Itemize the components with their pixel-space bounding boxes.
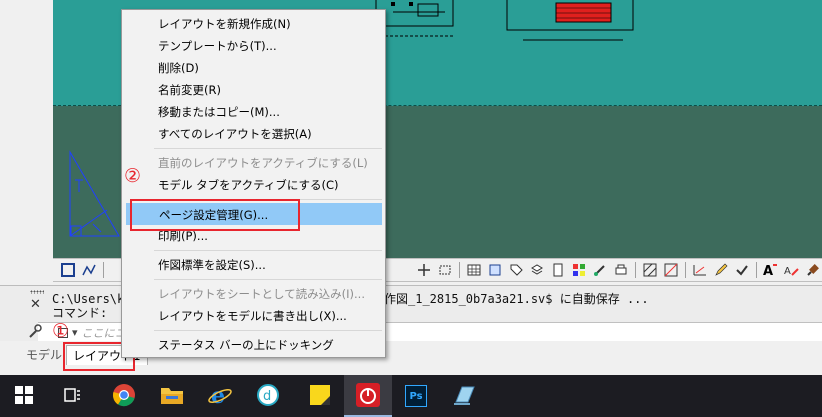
menu-item-label: レイアウトをモデルに書き出し(X)... (158, 309, 347, 323)
toolbar-separator (459, 262, 460, 278)
d-app-icon: d (256, 383, 280, 410)
menu-item-rename[interactable]: 名前変更(R) (126, 79, 382, 101)
start-icon (15, 385, 33, 407)
menu-item-label: 名前変更(R) (158, 83, 221, 97)
hatch-icon[interactable] (641, 261, 659, 279)
menu-item-export-layout-to-model[interactable]: レイアウトをモデルに書き出し(X)... (126, 305, 382, 327)
internet-explorer-button[interactable]: e (196, 375, 244, 417)
svg-text:A: A (784, 266, 791, 277)
menu-item-move-or-copy[interactable]: 移動またはコピー(M)... (126, 101, 382, 123)
wrench-icon[interactable] (28, 323, 42, 342)
text-edit-icon[interactable]: A (783, 261, 801, 279)
menu-item-activate-previous-layout: 直前のレイアウトをアクティブにする(L) (126, 152, 382, 174)
close-icon[interactable]: ✕ (30, 297, 41, 312)
sticky-notes-icon (309, 384, 331, 409)
internet-explorer-icon: e (208, 383, 232, 410)
command-history-line: C:\Users\k (52, 292, 125, 306)
menu-separator (154, 148, 382, 149)
chrome-button[interactable] (100, 375, 148, 417)
menu-item-new-layout[interactable]: レイアウトを新規作成(N) (126, 13, 382, 35)
menu-item-label: 作図標準を設定(S)... (158, 258, 266, 272)
pencil-icon[interactable] (712, 261, 730, 279)
file-explorer-icon (160, 384, 184, 409)
windows-taskbar: e d Ps (0, 375, 822, 417)
command-input-placeholder: ここにコ (81, 326, 126, 340)
brush-icon[interactable] (804, 261, 822, 279)
cad-app-icon (356, 382, 380, 410)
page-setup-highlight (130, 199, 300, 231)
tab-model[interactable]: モデル (20, 345, 68, 365)
menu-item-drafting-standards[interactable]: 作図標準を設定(S)... (126, 254, 382, 276)
layer-icon[interactable] (528, 261, 546, 279)
menu-item-from-template[interactable]: テンプレートから(T)... (126, 35, 382, 57)
print-preview-icon[interactable] (612, 261, 630, 279)
menu-item-import-layout-as-sheet: レイアウトをシートとして読み込み(I)... (126, 283, 382, 305)
file-explorer-button[interactable] (148, 375, 196, 417)
gradient-icon[interactable] (662, 261, 680, 279)
start-button[interactable] (0, 375, 48, 417)
notepad-icon (452, 384, 476, 409)
task-view-button[interactable] (48, 375, 96, 417)
toolbar-separator (685, 262, 686, 278)
table-icon[interactable] (465, 261, 483, 279)
block-insert-icon[interactable] (486, 261, 504, 279)
grip-handle[interactable] (30, 290, 44, 294)
menu-item-label: ステータス バーの上にドッキング (158, 338, 334, 352)
cad-app-button[interactable] (344, 375, 392, 417)
left-margin (0, 0, 53, 258)
menu-item-label: すべてのレイアウトを選択(A) (158, 127, 312, 141)
svg-text:d: d (263, 389, 271, 404)
text-style-icon[interactable]: A (762, 261, 780, 279)
tag-icon[interactable] (507, 261, 525, 279)
task-view-icon (62, 386, 82, 407)
menu-separator (154, 250, 382, 251)
sticky-notes-button[interactable] (296, 375, 344, 417)
menu-item-delete[interactable]: 削除(D) (126, 57, 382, 79)
paint-icon[interactable] (591, 261, 609, 279)
callout-marker-2: ② (124, 165, 142, 187)
callout-marker-1: ① (52, 320, 70, 342)
notepad-button[interactable] (440, 375, 488, 417)
menu-item-label: 印刷(P)... (158, 229, 208, 243)
move-icon[interactable] (415, 261, 433, 279)
menu-item-label: 直前のレイアウトをアクティブにする(L) (158, 156, 368, 170)
menu-item-label: 削除(D) (158, 61, 199, 75)
layout-context-menu: レイアウトを新規作成(N) テンプレートから(T)... 削除(D) 名前変更(… (121, 9, 386, 358)
toolbar-separator (635, 262, 636, 278)
menu-separator (154, 279, 382, 280)
measure-icon[interactable] (691, 261, 709, 279)
check-icon[interactable] (733, 261, 751, 279)
photoshop-label: Ps (409, 390, 423, 402)
chrome-icon (112, 383, 136, 410)
dropdown-arrow-icon[interactable]: ▾ (72, 326, 78, 339)
toolbar-separator (103, 262, 104, 278)
properties-icon[interactable] (570, 261, 588, 279)
photoshop-button[interactable]: Ps (392, 375, 440, 417)
autosave-message: 作図_1_2815_0b7a3a21.sv$ に自動保存 ... (384, 292, 649, 306)
photoshop-icon: Ps (405, 385, 427, 407)
d-app-button[interactable]: d (244, 375, 292, 417)
menu-item-dock-above-status-bar[interactable]: ステータス バーの上にドッキング (126, 334, 382, 356)
menu-item-activate-model-tab[interactable]: モデル タブをアクティブにする(C) (126, 174, 382, 196)
document-icon[interactable] (549, 261, 567, 279)
toolbar-separator (756, 262, 757, 278)
menu-item-label: テンプレートから(T)... (158, 39, 277, 53)
rectangle-select-icon[interactable] (436, 261, 454, 279)
viewport-icon[interactable] (59, 261, 77, 279)
menu-item-label: モデル タブをアクティブにする(C) (158, 178, 339, 192)
menu-item-label: 移動またはコピー(M)... (158, 105, 280, 119)
menu-separator (154, 330, 382, 331)
menu-item-label: レイアウトをシートとして読み込み(I)... (158, 287, 365, 301)
menu-item-label: レイアウトを新規作成(N) (158, 17, 291, 31)
svg-text:A: A (763, 264, 773, 277)
polyline-icon[interactable] (80, 261, 98, 279)
menu-item-select-all-layouts[interactable]: すべてのレイアウトを選択(A) (126, 123, 382, 145)
